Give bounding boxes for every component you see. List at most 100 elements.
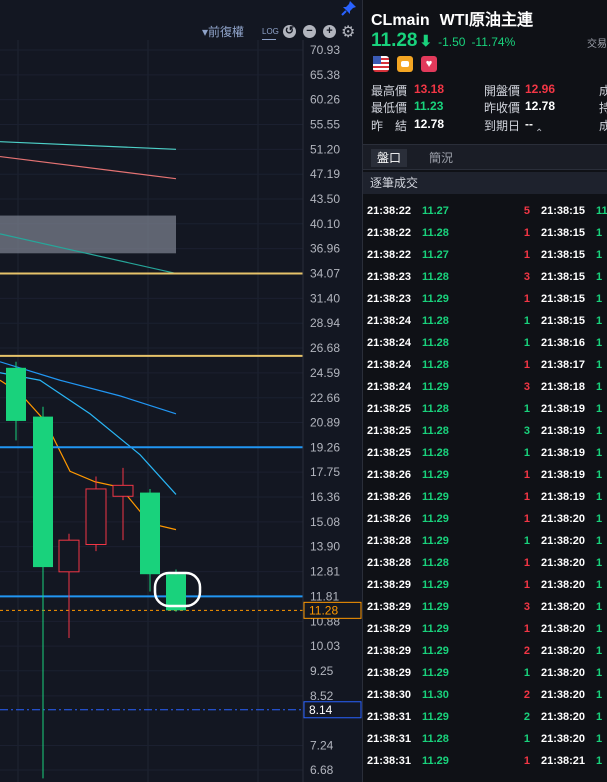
expiry-value: -- (525, 117, 533, 131)
us-flag-icon (373, 56, 389, 72)
low-value: 11.23 (414, 99, 444, 113)
tick-price: 1 (596, 689, 603, 701)
tick-time: 21:38:15 (541, 315, 586, 327)
quote-tabs: 盤口 簡況 (363, 144, 607, 170)
tick-row: 21:38:26 11.29 1 21:38:20 1 (363, 509, 607, 531)
tick-time: 21:38:28 (367, 535, 412, 547)
tick-price: 1 (596, 601, 603, 613)
tick-price: 1 (596, 469, 603, 481)
y-axis-tick-label: 26.68 (310, 341, 340, 355)
chevron-up-icon[interactable]: ⌃ (535, 128, 543, 139)
reference-price-tag: 8.14 (309, 703, 333, 717)
y-axis-tick-label: 9.25 (310, 664, 334, 678)
tick-time: 21:38:21 (541, 755, 586, 767)
tick-time: 21:38:20 (541, 689, 586, 701)
current-price-tag: 11.28 (309, 603, 338, 617)
tick-time: 21:38:19 (541, 447, 586, 459)
log-scale-toggle[interactable]: LOG (262, 24, 279, 40)
tick-row: 21:38:23 11.29 1 21:38:15 1 (363, 289, 607, 311)
tick-price: 1 (596, 667, 603, 679)
tick-price: 11.29 (422, 381, 449, 393)
tick-row: 21:38:26 11.29 1 21:38:19 1 (363, 465, 607, 487)
tick-time: 21:38:22 (367, 205, 412, 217)
chart-pane[interactable]: 70.93 65.38 60.26 55.55 51.20 47.19 43.50 40.10… (0, 0, 362, 782)
tick-time: 21:38:18 (541, 381, 586, 393)
cut-label-2: 持 (599, 99, 607, 116)
tick-time: 21:38:20 (541, 623, 586, 635)
tick-time: 21:38:22 (367, 249, 412, 261)
price-adjust-dropdown[interactable]: ▾前復權 (202, 24, 244, 40)
tick-row: 21:38:29 11.29 2 21:38:20 1 (363, 641, 607, 663)
tick-price: 11.27 (422, 249, 449, 261)
tick-time: 21:38:24 (367, 337, 412, 349)
tick-price: 1 (596, 249, 603, 261)
tick-price: 11.29 (422, 469, 449, 481)
tick-price: 1 (596, 315, 603, 327)
y-axis-tick-label: 40.10 (310, 217, 340, 231)
tick-time: 21:38:16 (541, 337, 586, 349)
tick-row: 21:38:26 11.29 1 21:38:19 1 (363, 487, 607, 509)
chart-settings-icon[interactable]: ⚙ (341, 22, 355, 42)
tick-row: 21:38:22 11.27 5 21:38:15 11 (363, 201, 607, 223)
price-chart[interactable]: 70.93 65.38 60.26 55.55 51.20 47.19 43.50 40.10… (0, 0, 362, 782)
tick-price: 11.28 (422, 557, 449, 569)
tick-time: 21:38:24 (367, 381, 412, 393)
y-axis-tick-label: 13.90 (310, 540, 340, 554)
tick-quantity: 1 (523, 469, 530, 481)
price-row: 11.28 ⬇ -1.50 -11.74% (371, 30, 515, 52)
candle-body (112, 484, 134, 497)
tick-time: 21:38:24 (367, 315, 412, 327)
tick-price: 1 (596, 227, 603, 239)
zoom-in-icon[interactable]: + (323, 25, 336, 38)
tick-quantity: 3 (523, 271, 530, 283)
tick-quantity: 2 (523, 711, 530, 723)
pin-icon[interactable] (341, 0, 357, 16)
tick-time: 21:38:20 (541, 733, 586, 745)
tick-quantity: 1 (523, 315, 530, 327)
tick-time: 21:38:25 (367, 425, 412, 437)
tick-time: 21:38:31 (367, 733, 412, 745)
tick-quantity: 1 (523, 733, 530, 745)
tick-price: 11.28 (422, 733, 449, 745)
tick-price: 1 (596, 293, 603, 305)
zoom-out-icon[interactable]: − (303, 25, 316, 38)
price-change-percent: -11.74% (471, 35, 516, 49)
tick-price: 1 (596, 337, 603, 349)
tick-quantity: 1 (523, 447, 530, 459)
tick-price: 11.29 (422, 601, 449, 613)
tab-brief[interactable]: 簡況 (423, 149, 459, 167)
open-value: 12.96 (525, 82, 556, 96)
tick-quantity: 3 (523, 425, 530, 437)
tick-time: 21:38:23 (367, 293, 412, 305)
tick-time: 21:38:25 (367, 447, 412, 459)
reset-chart-icon[interactable]: ↺ (283, 25, 296, 38)
moving-average-line (0, 155, 177, 180)
prev-settle-value: 12.78 (414, 117, 445, 131)
prev-close-value: 12.78 (525, 99, 556, 113)
y-axis-tick-label: 24.59 (310, 366, 340, 380)
tick-quantity: 1 (523, 755, 530, 767)
tick-time: 21:38:19 (541, 425, 586, 437)
tick-row: 21:38:31 11.29 1 21:38:21 1 (363, 751, 607, 773)
prev-close-label: 昨收價 (484, 101, 521, 115)
high-label: 最高價 (371, 84, 408, 98)
tick-price: 1 (596, 711, 603, 723)
tick-time: 21:38:19 (541, 491, 586, 503)
tick-time: 21:38:15 (541, 271, 586, 283)
tick-price: 1 (596, 271, 603, 283)
tab-orderbook[interactable]: 盤口 (371, 149, 408, 167)
tick-time: 21:38:29 (367, 601, 412, 613)
tick-price: 11.27 (422, 205, 449, 217)
favorite-heart-icon[interactable]: ♥ (421, 56, 437, 72)
y-axis-tick-label: 55.55 (310, 117, 340, 131)
tick-quantity: 1 (523, 513, 530, 525)
tick-price: 11.29 (422, 711, 449, 723)
tick-row: 21:38:24 11.28 1 21:38:15 1 (363, 311, 607, 333)
tick-time: 21:38:22 (367, 227, 412, 239)
y-axis-tick-label: 20.89 (310, 416, 340, 430)
chat-bubble-icon[interactable] (397, 56, 413, 72)
tick-time: 21:38:23 (367, 271, 412, 283)
tick-time: 21:38:29 (367, 623, 412, 635)
y-axis-tick-label: 7.24 (310, 738, 334, 752)
prev-settle-label: 昨 結 (371, 119, 408, 133)
